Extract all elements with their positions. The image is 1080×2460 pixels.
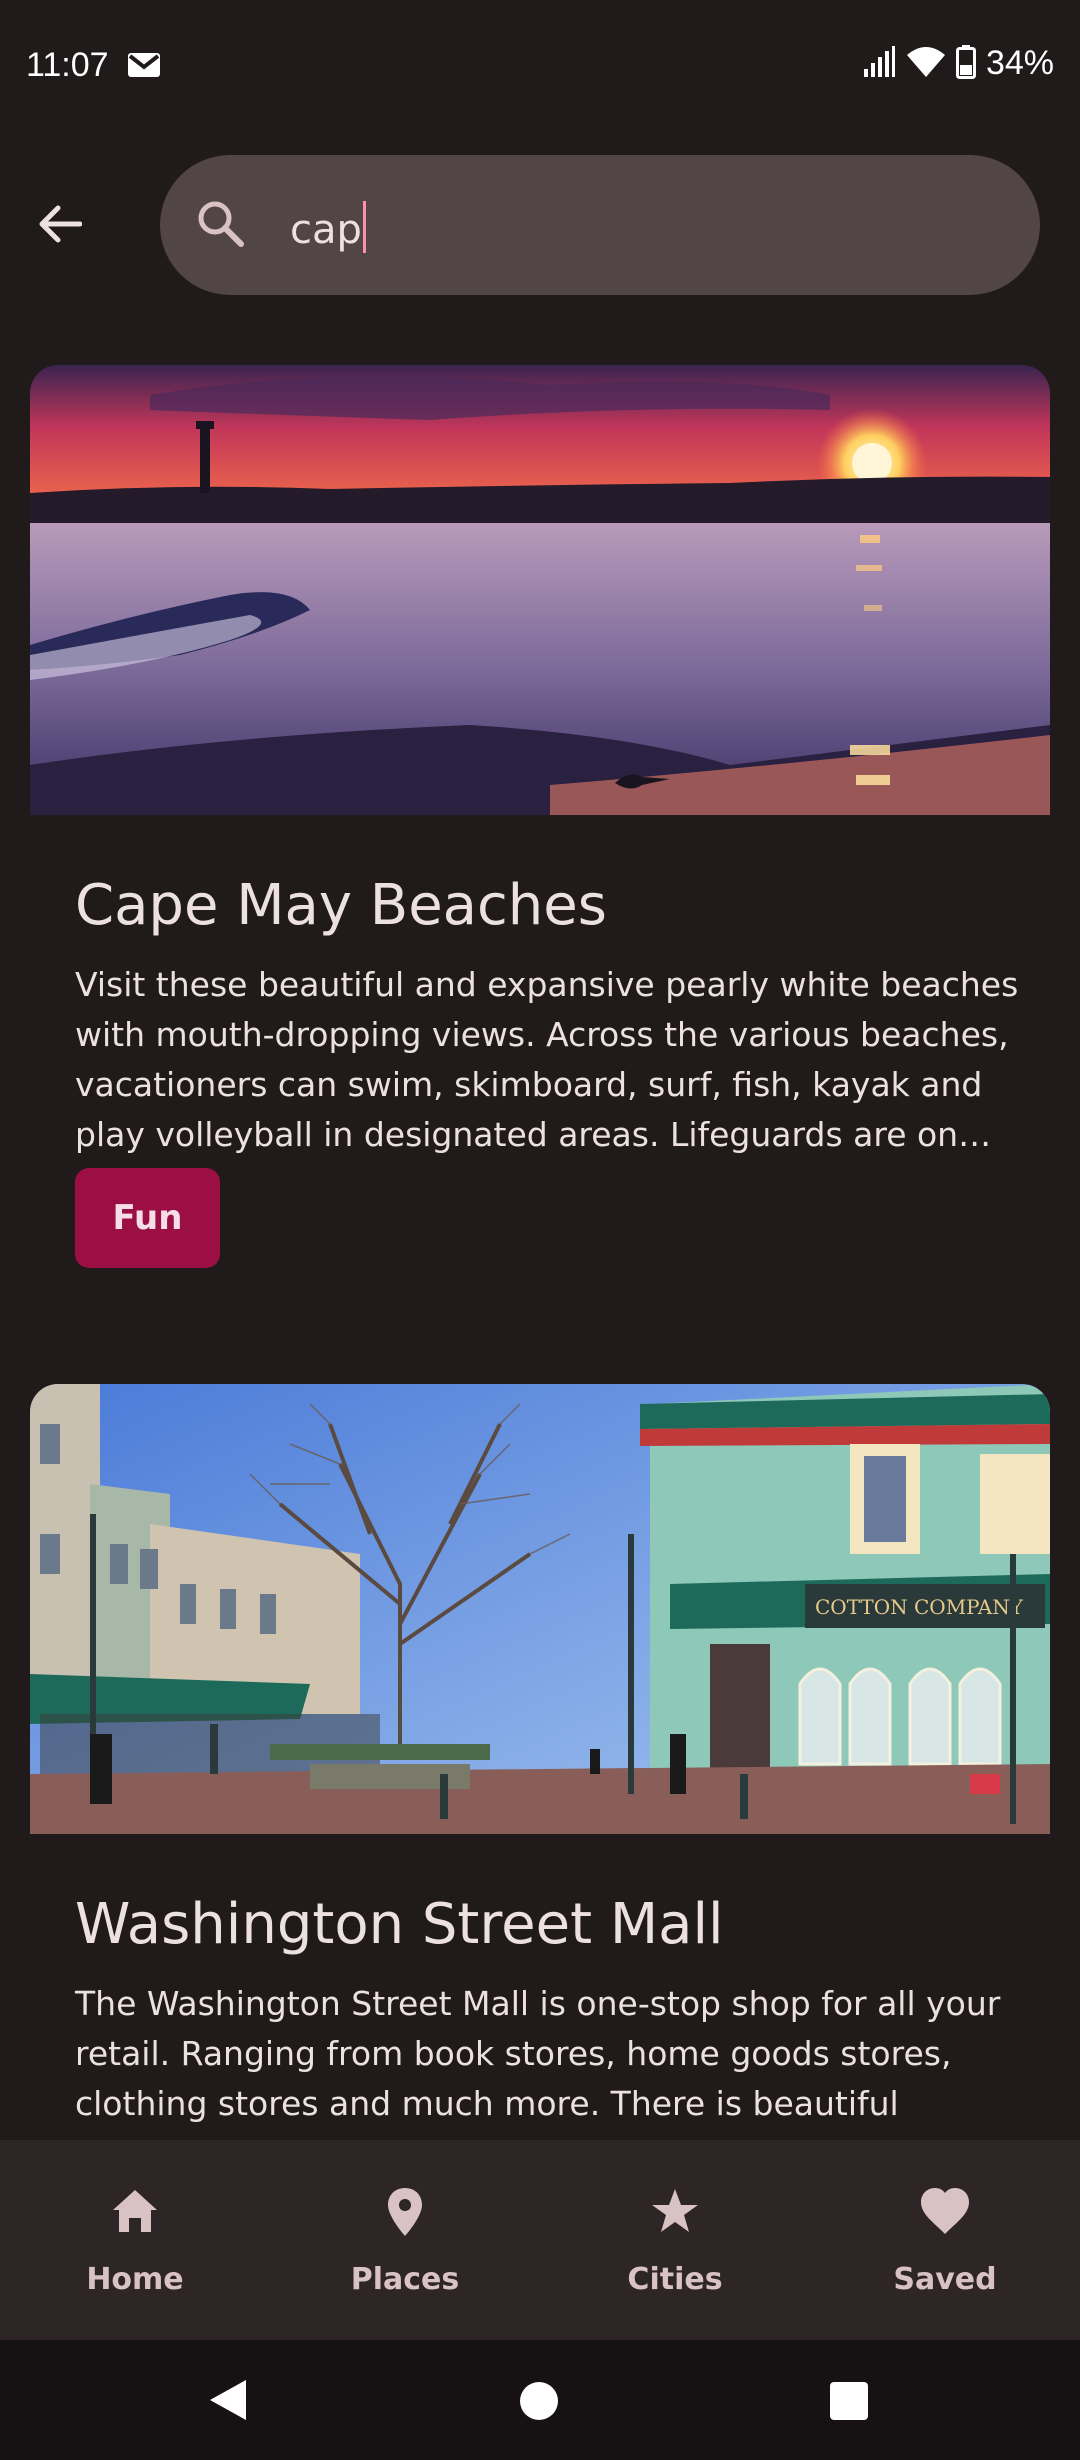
result-card[interactable]: COTTON COMPANY Washington Street Mall Th… [30, 1384, 1050, 2140]
signal-icon [862, 45, 896, 83]
search-input[interactable]: cap [290, 201, 366, 253]
card-title: Cape May Beaches [75, 873, 607, 938]
status-right-group: 34% [862, 44, 1054, 83]
nav-item-saved[interactable]: Saved [810, 2140, 1080, 2340]
nav-label: Places [350, 2262, 460, 2297]
card-image-beach [30, 365, 1050, 815]
results-list[interactable]: Cape May Beaches Visit these beautiful a… [0, 365, 1080, 2140]
system-recents-icon[interactable] [830, 2382, 868, 2420]
bottom-navigation: Home Places Cities Saved [0, 2140, 1080, 2340]
app-screen: 11:07 34% cap Cape May Beaches Visit the… [0, 0, 1080, 2460]
system-back-icon[interactable] [208, 2378, 248, 2426]
battery-percent: 34% [985, 44, 1054, 82]
card-description: The Washington Street Mall is one-stop s… [75, 1984, 1001, 2140]
heart-icon [921, 2188, 969, 2234]
card-image-street-mall: COTTON COMPANY [30, 1384, 1050, 1834]
nav-item-home[interactable]: Home [0, 2140, 270, 2340]
battery-icon [955, 44, 976, 83]
text-caret [362, 201, 366, 253]
home-icon [113, 2190, 157, 2232]
system-home-icon[interactable] [520, 2382, 558, 2420]
nav-label: Home [86, 2262, 184, 2297]
storefront-sign: COTTON COMPANY [815, 1595, 1024, 1619]
result-card[interactable]: Cape May Beaches Visit these beautiful a… [30, 365, 1050, 1268]
status-time: 11:07 [26, 46, 109, 84]
wifi-icon [906, 45, 946, 83]
place-pin-icon [388, 2188, 422, 2236]
system-navigation-bar [0, 2340, 1080, 2460]
tag-chip[interactable]: Fun [75, 1168, 220, 1268]
card-title: Washington Street Mall [75, 1892, 724, 1957]
arrow-back-icon [39, 205, 82, 243]
nav-label: Cities [627, 2262, 723, 2297]
card-description: Visit these beautiful and expansive pear… [75, 965, 1019, 1154]
nav-label: Saved [893, 2262, 997, 2297]
star-icon [652, 2189, 698, 2232]
nav-item-places[interactable]: Places [270, 2140, 540, 2340]
search-icon [194, 197, 248, 251]
gmail-notification-icon [127, 52, 161, 78]
search-query: cap [290, 207, 362, 253]
search-bar[interactable]: cap [160, 155, 1040, 295]
back-button[interactable] [28, 192, 92, 256]
status-bar: 11:07 34% [0, 0, 1080, 130]
nav-item-cities[interactable]: Cities [540, 2140, 810, 2340]
